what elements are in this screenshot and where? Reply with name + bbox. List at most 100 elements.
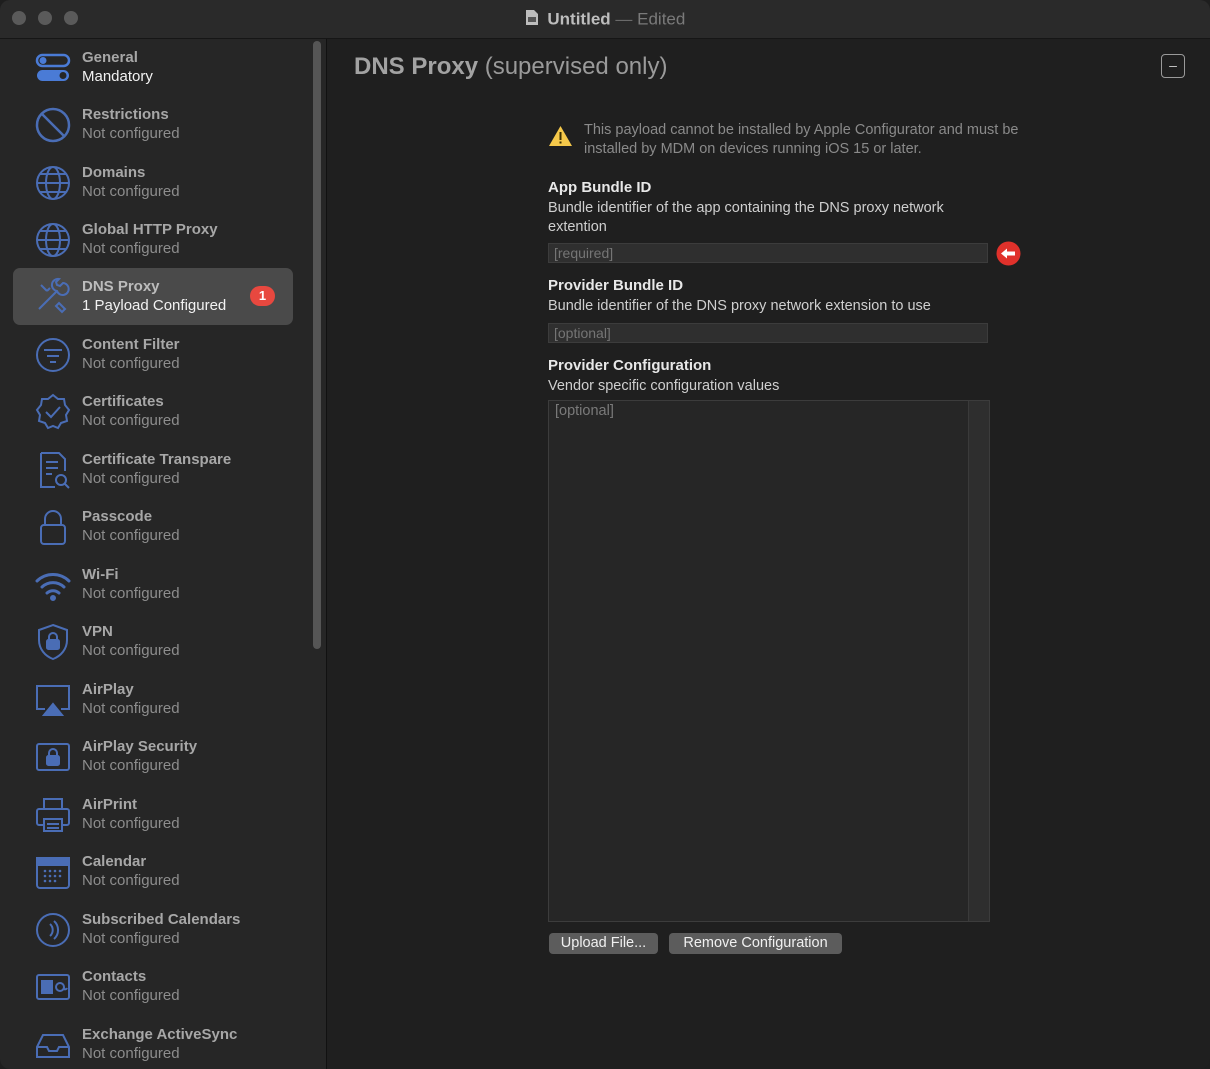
- provider-bundle-id-label: Provider Bundle ID: [548, 277, 684, 294]
- sidebar-item-exchange-activesync[interactable]: Exchange ActiveSync Not configured: [13, 1016, 293, 1069]
- sidebar-item-title: AirPlay: [82, 681, 134, 698]
- sidebar-item-subtitle: Not configured: [82, 412, 180, 429]
- airplay-icon: [33, 680, 73, 720]
- sidebar-item-title: VPN: [82, 623, 113, 640]
- sidebar-item-wifi[interactable]: Wi-Fi Not configured: [13, 556, 293, 613]
- globe-icon: [33, 163, 73, 203]
- sidebar-item-passcode[interactable]: Passcode Not configured: [13, 498, 293, 555]
- sidebar-item-title: Certificate Transpare: [82, 451, 232, 468]
- sidebar-item-subtitle: Not configured: [82, 815, 180, 832]
- sidebar-item-subtitle: Not configured: [82, 987, 180, 1004]
- sidebar-item-subtitle: Not configured: [82, 527, 180, 544]
- payload-detail-pane: DNS Proxy (supervised only) – This paylo…: [327, 39, 1210, 1069]
- remove-payload-button[interactable]: –: [1161, 54, 1185, 78]
- sidebar-item-subtitle: Not configured: [82, 642, 180, 659]
- app-bundle-id-description: Bundle identifier of the app containing …: [548, 200, 944, 235]
- edited-status: Edited: [637, 9, 686, 29]
- sidebar-item-title: Domains: [82, 164, 146, 181]
- sidebar-item-subtitle: Not configured: [82, 872, 180, 889]
- provider-bundle-id-description: Bundle identifier of the DNS proxy netwo…: [548, 298, 931, 314]
- provider-configuration-label: Provider Configuration: [548, 357, 712, 374]
- sidebar-item-title: General: [82, 49, 138, 66]
- payload-sidebar[interactable]: General Mandatory Restrictions Not confi…: [0, 39, 327, 1069]
- page-title: DNS Proxy (supervised only): [354, 53, 667, 81]
- sidebar-item-title: AirPrint: [82, 796, 138, 813]
- printer-icon: [33, 795, 73, 835]
- toggle-icon: [33, 48, 73, 88]
- sidebar-item-subtitle: Not configured: [82, 930, 180, 947]
- textarea-scrollbar[interactable]: [968, 401, 989, 921]
- sidebar-item-vpn[interactable]: VPN Not configured: [13, 613, 293, 670]
- sidebar-item-title: Restrictions: [82, 106, 169, 123]
- sidebar-item-subtitle: Not configured: [82, 240, 180, 257]
- sidebar-item-subtitle: Not configured: [82, 125, 180, 142]
- warning-message: This payload cannot be installed by Appl…: [584, 122, 1019, 157]
- sidebar-item-title: Exchange ActiveSync: [82, 1026, 238, 1043]
- wifi-icon: [33, 565, 73, 605]
- app-bundle-id-label: App Bundle ID: [548, 179, 652, 196]
- app-bundle-id-input[interactable]: [548, 243, 988, 263]
- sidebar-item-title: Content Filter: [82, 336, 180, 353]
- sidebar-item-certificate-transparency[interactable]: Certificate Transpare Not configured: [13, 441, 293, 498]
- sidebar-scrollbar[interactable]: [313, 41, 321, 649]
- sidebar-item-title: AirPlay Security: [82, 738, 198, 755]
- sidebar-item-subtitle: Mandatory: [82, 68, 153, 85]
- provider-configuration-description: Vendor specific configuration values: [548, 378, 780, 394]
- sidebar-item-title: Certificates: [82, 393, 164, 410]
- sidebar-item-airplay[interactable]: AirPlay Not configured: [13, 671, 293, 728]
- sidebar-item-subtitle: Not configured: [82, 183, 180, 200]
- document-name: Untitled: [547, 9, 611, 29]
- tools-icon: [33, 277, 73, 317]
- calendar-icon: [33, 852, 73, 892]
- document-search-icon: [33, 450, 73, 490]
- sidebar-item-airplay-security[interactable]: AirPlay Security Not configured: [13, 728, 293, 785]
- upload-file-button[interactable]: Upload File...: [549, 933, 658, 954]
- seal-check-icon: [33, 392, 73, 432]
- globe-icon: [33, 220, 73, 260]
- error-arrow-icon: [996, 241, 1021, 271]
- sidebar-item-title: Global HTTP Proxy: [82, 221, 218, 238]
- provider-bundle-id-input[interactable]: [548, 323, 988, 343]
- provider-configuration-textarea[interactable]: [optional]: [548, 400, 990, 922]
- sidebar-item-contacts[interactable]: Contacts Not configured: [13, 958, 293, 1015]
- title-bar: Untitled — Edited: [0, 0, 1210, 39]
- payload-title-suffix: (supervised only): [484, 53, 668, 80]
- payload-title: DNS Proxy: [354, 53, 479, 80]
- sidebar-item-title: Calendar: [82, 853, 147, 870]
- sidebar-item-certificates[interactable]: Certificates Not configured: [13, 383, 293, 440]
- lock-icon: [33, 507, 73, 547]
- app-window: Untitled — Edited General Mandatory Rest…: [0, 0, 1210, 1069]
- warning-icon: [548, 125, 573, 152]
- contact-card-icon: [33, 967, 73, 1007]
- shield-lock-icon: [33, 622, 73, 662]
- remove-configuration-button[interactable]: Remove Configuration: [669, 933, 842, 954]
- sidebar-item-subscribed-calendars[interactable]: Subscribed Calendars Not configured: [13, 901, 293, 958]
- sidebar-item-domains[interactable]: Domains Not configured: [13, 154, 293, 211]
- sidebar-item-global-http-proxy[interactable]: Global HTTP Proxy Not configured: [13, 211, 293, 268]
- prohibited-icon: [33, 105, 73, 145]
- sidebar-item-general[interactable]: General Mandatory: [13, 39, 293, 96]
- sidebar-item-title: Wi-Fi: [82, 566, 119, 583]
- sidebar-item-title: DNS Proxy: [82, 278, 160, 295]
- document-icon: [525, 9, 539, 31]
- sidebar-item-subtitle: 1 Payload Configured: [82, 297, 227, 314]
- sidebar-item-content-filter[interactable]: Content Filter Not configured: [13, 326, 293, 383]
- sidebar-item-subtitle: Not configured: [82, 355, 180, 372]
- broadcast-icon: [33, 910, 73, 950]
- sidebar-item-title: Subscribed Calendars: [82, 911, 241, 928]
- payload-count-badge: 1: [250, 286, 275, 306]
- lock-box-icon: [33, 737, 73, 777]
- sidebar-item-dns-proxy[interactable]: DNS Proxy 1 Payload Configured 1: [13, 268, 293, 325]
- sidebar-item-calendar[interactable]: Calendar Not configured: [13, 843, 293, 900]
- textarea-placeholder: [optional]: [555, 403, 614, 419]
- sidebar-item-subtitle: Not configured: [82, 585, 180, 602]
- sidebar-item-title: Passcode: [82, 508, 153, 525]
- inbox-icon: [33, 1025, 73, 1065]
- sidebar-item-airprint[interactable]: AirPrint Not configured: [13, 786, 293, 843]
- sidebar-item-subtitle: Not configured: [82, 1045, 180, 1062]
- sidebar-item-subtitle: Not configured: [82, 757, 180, 774]
- window-title: Untitled — Edited: [0, 9, 1210, 31]
- sidebar-item-restrictions[interactable]: Restrictions Not configured: [13, 96, 293, 153]
- sidebar-item-subtitle: Not configured: [82, 470, 180, 487]
- sidebar-item-subtitle: Not configured: [82, 700, 180, 717]
